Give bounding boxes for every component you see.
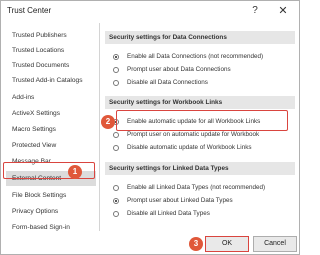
highlight-workbook-links-option [116,110,288,131]
radio-button[interactable] [113,67,119,73]
sidebar-item-trusted-locations[interactable]: Trusted Locations [6,43,96,58]
radio-prompt-linked-data-types[interactable]: Prompt user about Linked Data Types [113,196,295,206]
radio-button[interactable] [113,132,119,138]
sidebar-item-trusted-documents[interactable]: Trusted Documents [6,58,96,73]
sidebar-divider [99,23,100,231]
radio-disable-linked-data-types[interactable]: Disable all Linked Data Types [113,209,295,219]
radio-label: Prompt user about Linked Data Types [127,197,233,204]
radio-button[interactable] [113,145,119,151]
help-icon[interactable]: ? [247,3,263,19]
sidebar-item-privacy-options[interactable]: Privacy Options [6,204,96,219]
cancel-button[interactable]: Cancel [253,236,297,252]
radio-button[interactable] [113,198,119,204]
radio-enable-linked-data-types[interactable]: Enable all Linked Data Types (not recomm… [113,183,295,193]
sidebar-item-form-based-sign-in[interactable]: Form-based Sign-in [6,220,96,235]
radio-prompt-data-connections[interactable]: Prompt user about Data Connections [113,65,295,75]
radio-disable-data-connections[interactable]: Disable all Data Connections [113,78,295,88]
radio-label: Disable all Linked Data Types [127,210,210,217]
radio-button[interactable] [113,54,119,60]
radio-label: Prompt user on automatic update for Work… [127,131,260,138]
ok-button[interactable]: OK [205,236,249,252]
radio-button[interactable] [113,185,119,191]
radio-enable-data-connections[interactable]: Enable all Data Connections (not recomme… [113,52,295,62]
sidebar-item-protected-view[interactable]: Protected View [6,138,96,153]
step-badge-1: 1 [68,165,82,179]
radio-label: Disable all Data Connections [127,79,208,86]
dialog-title: Trust Center [7,6,52,15]
trust-center-dialog: Trust Center ? ✕ Trusted Publishers Trus… [0,0,300,255]
radio-prompt-workbook-links[interactable]: Prompt user on automatic update for Work… [113,130,295,140]
section-header-workbook-links: Security settings for Workbook Links [105,96,295,109]
radio-button[interactable] [113,80,119,86]
step-badge-2: 2 [101,115,115,129]
radio-label: Enable all Linked Data Types (not recomm… [127,184,266,191]
sidebar-item-activex-settings[interactable]: ActiveX Settings [6,106,96,121]
sidebar-item-macro-settings[interactable]: Macro Settings [6,122,96,137]
sidebar-item-trusted-publishers[interactable]: Trusted Publishers [6,28,96,43]
step-badge-3: 3 [189,237,203,251]
radio-button[interactable] [113,211,119,217]
radio-label: Disable automatic update of Workbook Lin… [127,144,252,151]
radio-disable-workbook-links[interactable]: Disable automatic update of Workbook Lin… [113,143,295,153]
sidebar-item-file-block-settings[interactable]: File Block Settings [6,188,96,203]
sidebar-item-add-ins[interactable]: Add-ins [6,90,96,105]
sidebar-item-trusted-add-in-catalogs[interactable]: Trusted Add-in Catalogs [6,73,96,88]
radio-label: Enable all Data Connections (not recomme… [127,53,264,60]
section-header-linked-data-types: Security settings for Linked Data Types [105,162,295,175]
title-bar: Trust Center ? ✕ [1,1,299,21]
radio-label: Prompt user about Data Connections [127,66,231,73]
close-icon[interactable]: ✕ [275,3,291,19]
section-header-data-connections: Security settings for Data Connections [105,31,295,44]
sidebar: Trusted Publishers Trusted Locations Tru… [6,23,96,253]
